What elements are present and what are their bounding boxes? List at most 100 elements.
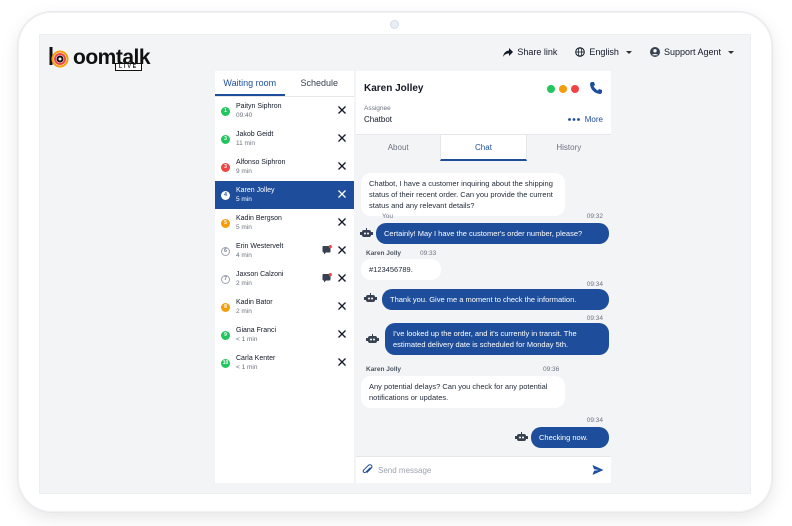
- close-icon[interactable]: [337, 105, 347, 115]
- queue-item-time: 5 min: [236, 224, 252, 231]
- language-select[interactable]: English: [575, 47, 632, 57]
- queue-item[interactable]: 1 Paityn Siphron 09:40: [215, 97, 354, 125]
- status-dot-yellow[interactable]: [559, 85, 567, 93]
- top-bar: oomtalk LIVE Share link English Support …: [40, 35, 750, 75]
- tab-chat[interactable]: Chat: [440, 135, 527, 161]
- send-icon[interactable]: [592, 464, 604, 476]
- queue-position-badge: 4: [221, 190, 230, 200]
- app-screen: oomtalk LIVE Share link English Support …: [39, 34, 751, 494]
- language-label: English: [589, 47, 619, 57]
- logo-mark-icon: [49, 47, 69, 68]
- message-sender-name: Karen Jolly: [366, 250, 402, 257]
- queue-item-name: Kadin Bergson: [236, 215, 282, 222]
- more-label: More: [584, 115, 603, 124]
- bot-icon: [366, 334, 379, 343]
- close-icon[interactable]: [337, 133, 347, 143]
- chevron-down-icon: [728, 50, 734, 54]
- tab-history[interactable]: History: [526, 135, 611, 161]
- message-input[interactable]: [378, 461, 583, 479]
- queue-item-time: 11 min: [236, 140, 256, 147]
- message-outgoing: Certainly! May I have the customer's ord…: [376, 223, 609, 244]
- chat-thread: Chatbot, I have a customer inquiring abo…: [356, 161, 611, 458]
- close-icon[interactable]: [337, 161, 347, 171]
- message-sender-name: Karen Jolly: [366, 366, 402, 373]
- close-icon[interactable]: [337, 273, 347, 283]
- agent-menu[interactable]: Support Agent: [649, 47, 734, 57]
- queue-item-time: 2 min: [236, 280, 252, 287]
- queue-item-time: < 1 min: [236, 336, 258, 343]
- message-sender: Karen Jolly: [366, 250, 401, 257]
- queue-item-time: < 1 min: [236, 364, 258, 371]
- message-time: 09:34: [586, 417, 603, 424]
- ellipsis-icon: [567, 118, 580, 121]
- attachment-icon[interactable]: [362, 464, 374, 476]
- tablet-frame: oomtalk LIVE Share link English Support …: [18, 12, 772, 512]
- close-icon[interactable]: [337, 301, 347, 311]
- message-time: 09:32: [586, 213, 603, 220]
- queue-position-badge: 6: [221, 246, 230, 256]
- conversation-panel: Karen Jolley Assignee Chatbot More About…: [356, 71, 611, 483]
- queue-item-name: Jaxson Calzoni: [236, 271, 284, 278]
- close-icon[interactable]: [337, 245, 347, 255]
- queue-item-text: Kadin Bergson 5 min: [236, 215, 282, 231]
- message-time: 09:36: [543, 366, 560, 373]
- share-link-label: Share link: [517, 47, 558, 57]
- queue-item-text: Jakob Geidt 11 min: [236, 131, 273, 147]
- queue-item-name: Paityn Siphron: [236, 103, 282, 110]
- queue-item[interactable]: 3 Alfonso Siphron 9 min: [215, 153, 354, 181]
- queue-position-badge: 8: [221, 302, 230, 312]
- queue-item[interactable]: 5 Kadin Bergson 5 min: [215, 209, 354, 237]
- tab-waiting-room[interactable]: Waiting room: [215, 71, 285, 96]
- close-icon[interactable]: [337, 329, 347, 339]
- status-dots: [547, 85, 579, 93]
- bot-icon: [364, 293, 377, 302]
- queue-item-text: Paityn Siphron 09:40: [236, 103, 282, 119]
- queue-item[interactable]: 10 Carla Kenter < 1 min: [215, 349, 354, 377]
- message-outgoing: Checking now.: [531, 427, 609, 448]
- close-icon[interactable]: [337, 217, 347, 227]
- queue-list: 1 Paityn Siphron 09:40 3 Jakob Geidt 11 min 3 A…: [215, 97, 354, 377]
- agent-label: Support Agent: [663, 47, 721, 57]
- message-sender: Karen Jolly: [366, 366, 401, 373]
- queue-item[interactable]: 9 Giana Franci < 1 min: [215, 321, 354, 349]
- queue-position-badge: 10: [221, 358, 230, 368]
- message-incoming: Any potential delays? Can you check for …: [361, 376, 565, 408]
- status-dot-red[interactable]: [571, 85, 579, 93]
- tab-schedule[interactable]: Schedule: [285, 71, 355, 96]
- brand-logo[interactable]: oomtalk LIVE: [48, 43, 151, 71]
- share-link-button[interactable]: Share link: [503, 47, 557, 57]
- queue-item-name: Jakob Geidt: [236, 131, 274, 138]
- queue-position-badge: 7: [221, 274, 230, 284]
- message-composer: [356, 456, 611, 483]
- queue-item[interactable]: 7 Jaxson Calzoni 2 min: [215, 265, 354, 293]
- chevron-down-icon: [625, 50, 632, 54]
- queue-item-text: Giana Franci < 1 min: [236, 327, 276, 343]
- assignee-value: Chatbot: [364, 115, 393, 124]
- tab-about[interactable]: About: [356, 135, 441, 161]
- bot-icon: [515, 432, 528, 441]
- queue-item[interactable]: 6 Erin Westervelt 4 min: [215, 237, 354, 265]
- queue-item[interactable]: 4 Karen Jolley 5 min: [215, 181, 354, 209]
- message-time: 09:34: [586, 315, 603, 322]
- phone-icon[interactable]: [589, 81, 603, 95]
- queue-item-time: 9 min: [236, 168, 252, 175]
- queue-item-text: Alfonso Siphron 9 min: [236, 159, 285, 175]
- logo-sub-badge: LIVE: [115, 63, 143, 71]
- status-dot-green[interactable]: [547, 85, 555, 93]
- callback-flag-icon[interactable]: [322, 273, 332, 283]
- more-button[interactable]: More: [567, 115, 603, 124]
- queue-position-badge: 9: [221, 330, 230, 340]
- queue-item-text: Carla Kenter < 1 min: [236, 355, 275, 371]
- queue-item-time: 5 min: [236, 196, 252, 203]
- queue-item-name: Giana Franci: [236, 327, 277, 334]
- assignee-label: Assignee: [364, 105, 391, 112]
- callback-flag-icon[interactable]: [322, 245, 332, 255]
- close-icon[interactable]: [337, 189, 347, 199]
- queue-item-text: Jaxson Calzoni 2 min: [236, 271, 283, 287]
- queue-item-name: Karen Jolley: [236, 187, 275, 194]
- queue-item[interactable]: 3 Jakob Geidt 11 min: [215, 125, 354, 153]
- top-actions: Share link English Support Agent: [503, 47, 734, 57]
- queue-item[interactable]: 8 Kadin Bator 2 min: [215, 293, 354, 321]
- close-icon[interactable]: [337, 357, 347, 367]
- bot-icon: [360, 228, 373, 237]
